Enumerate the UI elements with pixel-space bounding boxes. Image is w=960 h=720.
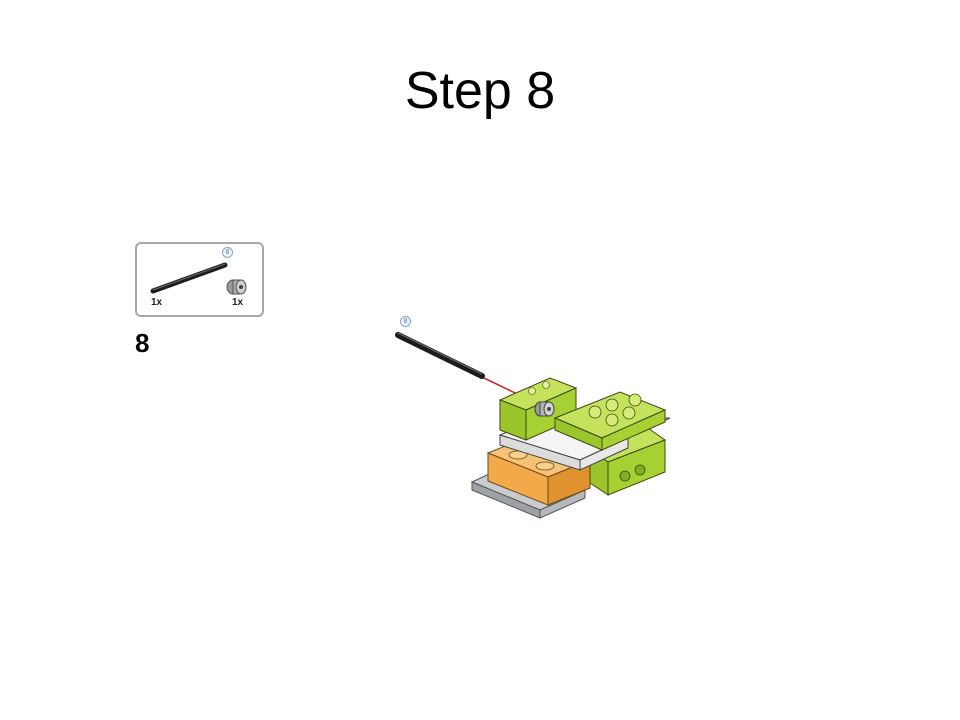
- axle-length-badge: 8: [222, 247, 233, 258]
- axle-quantity: 1x: [151, 297, 163, 308]
- build-model-illustration: [395, 332, 671, 519]
- bush-part-icon: [226, 279, 247, 295]
- axle-illustration: [395, 332, 485, 379]
- slide-title: Step 8: [404, 62, 556, 120]
- parts-list-box: 8 1x 1x: [135, 242, 264, 317]
- bush-quantity: 1x: [232, 297, 244, 308]
- axle-part-icon: [150, 262, 228, 294]
- step-number: 8: [135, 328, 150, 358]
- bush-illustration: [534, 401, 555, 417]
